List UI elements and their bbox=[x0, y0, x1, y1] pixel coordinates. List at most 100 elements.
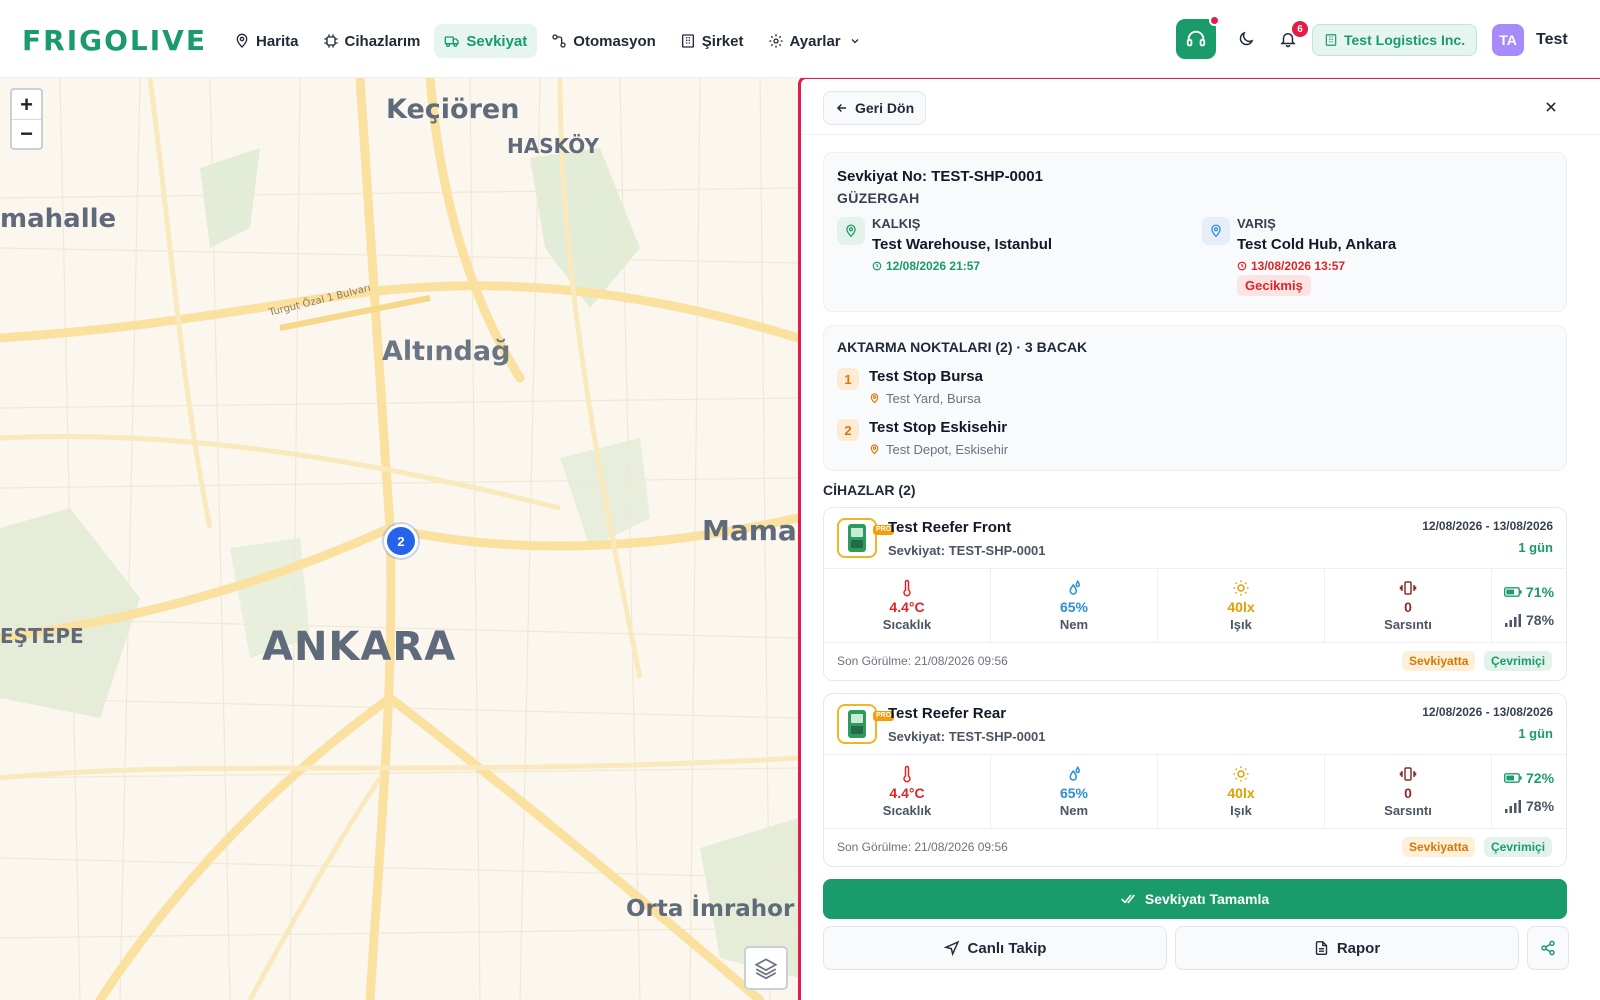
sensor-metrics: 4.4°C Sıcaklık 65% Nem 40lx Işık 0 Sarsı… bbox=[824, 754, 1566, 829]
battery-value: 71% bbox=[1526, 583, 1555, 600]
temperature-value: 4.4°C bbox=[889, 785, 925, 801]
nav-item-sirket[interactable]: Şirket bbox=[670, 24, 754, 58]
building-icon bbox=[681, 34, 694, 48]
nav-item-sevkiyat[interactable]: Sevkiyat bbox=[434, 24, 538, 58]
stops-title: AKTARMA NOKTALARI (2) · 3 BACAK bbox=[837, 339, 1088, 355]
stop-address-text: Test Yard, Bursa bbox=[886, 391, 981, 406]
nav-item-otomasyon[interactable]: Otomasyon bbox=[541, 24, 666, 58]
device-card[interactable]: PRO Test Reefer Front Sevkiyat: TEST-SHP… bbox=[823, 507, 1567, 681]
zoom-out-button[interactable]: − bbox=[12, 119, 41, 148]
back-label: Geri Dön bbox=[855, 100, 915, 116]
nav-item-cihazlarim[interactable]: Cihazlarım bbox=[313, 24, 431, 58]
device-card[interactable]: PRO Test Reefer Rear Sevkiyat: TEST-SHP-… bbox=[823, 693, 1567, 867]
map-label-mahalle: mahalle bbox=[0, 204, 117, 234]
arrival-place: Test Cold Hub, Ankara bbox=[1237, 236, 1397, 253]
departure-place: Test Warehouse, Istanbul bbox=[872, 236, 1053, 253]
map-label-estepe: EŞTEPE bbox=[0, 624, 84, 648]
company-selector[interactable]: Test Logistics Inc. bbox=[1312, 24, 1478, 56]
report-button[interactable]: Rapor bbox=[1175, 926, 1519, 970]
nav-label: Otomasyon bbox=[573, 32, 656, 50]
device-power-signal: 72% 78% bbox=[1492, 755, 1566, 828]
temperature-label: Sıcaklık bbox=[882, 803, 932, 818]
signal-bars-icon bbox=[1505, 799, 1521, 813]
frigolive-logo[interactable]: FRIGOLIVE bbox=[22, 22, 207, 58]
live-tracking-label: Canlı Takip bbox=[967, 939, 1047, 957]
complete-shipment-button[interactable]: Sevkiyatı Tamamla bbox=[823, 879, 1567, 919]
notifications-button[interactable]: 6 bbox=[1276, 21, 1308, 51]
main-nav: Harita Cihazlarım Sevkiyat Otomasyon Şir… bbox=[224, 24, 871, 58]
signal-row: 78% bbox=[1504, 612, 1566, 628]
nav-item-ayarlar[interactable]: Ayarlar bbox=[758, 24, 871, 58]
droplets-icon bbox=[1069, 579, 1081, 595]
metric-temperature: 4.4°C Sıcaklık bbox=[824, 569, 991, 642]
support-indicator-dot bbox=[1209, 15, 1220, 26]
headset-icon bbox=[1186, 30, 1206, 47]
gear-icon bbox=[768, 34, 783, 48]
thermometer-icon bbox=[903, 765, 911, 783]
arrival-time-value: 13/08/2026 13:57 bbox=[1251, 259, 1346, 273]
layers-icon bbox=[754, 958, 778, 980]
building-icon bbox=[1325, 34, 1337, 46]
signal-value: 78% bbox=[1526, 797, 1555, 814]
stop-name: Test Stop Bursa bbox=[869, 368, 983, 385]
logo-text: FRIGOLIVE bbox=[22, 23, 207, 57]
support-button[interactable] bbox=[1176, 15, 1220, 59]
device-cluster-marker[interactable]: 2 bbox=[384, 524, 418, 558]
map-pin-icon bbox=[1211, 224, 1221, 238]
shipment-number: Sevkiyat No: TEST-SHP-0001 bbox=[837, 168, 1043, 185]
map-label-kecioren: Keçiören bbox=[386, 94, 520, 125]
metric-light: 40lx Işık bbox=[1158, 569, 1325, 642]
navigation-arrow-icon bbox=[943, 940, 959, 956]
metric-humidity: 65% Nem bbox=[991, 569, 1158, 642]
file-text-icon bbox=[1315, 941, 1328, 955]
shock-value: 0 bbox=[1404, 785, 1412, 801]
map-label-orta-imrahor: Orta İmrahor bbox=[626, 896, 795, 922]
map-view[interactable]: Keçiören HASKÖY mahalle Turgut Özal 1 Bu… bbox=[0, 78, 798, 1000]
departure-label: KALKIŞ bbox=[872, 216, 921, 231]
theme-toggle-button[interactable] bbox=[1234, 27, 1258, 51]
map-label-altindag: Altındağ bbox=[382, 336, 511, 367]
share-button[interactable] bbox=[1527, 926, 1569, 970]
sensor-metrics: 4.4°C Sıcaklık 65% Nem 40lx Işık 0 Sarsı… bbox=[824, 568, 1566, 643]
nav-label: Sevkiyat bbox=[466, 32, 528, 50]
user-avatar[interactable]: TA bbox=[1492, 24, 1524, 56]
back-button[interactable]: Geri Dön bbox=[823, 91, 927, 125]
light-value: 40lx bbox=[1227, 785, 1255, 801]
humidity-value: 65% bbox=[1059, 785, 1089, 801]
light-value: 40lx bbox=[1227, 599, 1255, 615]
device-duration: 1 gün bbox=[1518, 540, 1553, 555]
user-name[interactable]: Test bbox=[1536, 31, 1568, 49]
close-button[interactable] bbox=[1541, 97, 1561, 117]
chevron-down-icon bbox=[851, 39, 859, 44]
humidity-value: 65% bbox=[1059, 599, 1089, 615]
metric-light: 40lx Işık bbox=[1158, 755, 1325, 828]
device-duration: 1 gün bbox=[1518, 726, 1553, 741]
layers-button[interactable] bbox=[744, 946, 788, 990]
stop-name: Test Stop Eskisehir bbox=[869, 419, 1008, 436]
company-name: Test Logistics Inc. bbox=[1344, 32, 1466, 48]
zoom-in-button[interactable]: + bbox=[12, 90, 41, 119]
online-badge: Çevrimiçi bbox=[1484, 837, 1553, 857]
device-thumbnail-icon: PRO bbox=[837, 704, 895, 744]
route-title: GÜZERGAH bbox=[837, 190, 920, 206]
sensor-device-icon bbox=[848, 524, 866, 552]
humidity-label: Nem bbox=[1059, 803, 1089, 818]
arrival-label: VARIŞ bbox=[1237, 216, 1276, 231]
temperature-value: 4.4°C bbox=[889, 599, 925, 615]
close-icon bbox=[1546, 102, 1556, 112]
stop-address: Test Yard, Bursa bbox=[869, 391, 981, 406]
metric-shock: 0 Sarsıntı bbox=[1325, 755, 1492, 828]
device-date-range: 12/08/2026 - 13/08/2026 bbox=[1422, 705, 1553, 719]
shipment-number-label: Sevkiyat No: bbox=[837, 168, 928, 185]
sun-icon bbox=[1233, 580, 1249, 596]
workflow-icon bbox=[552, 34, 566, 48]
map-pin-icon bbox=[846, 224, 856, 238]
battery-icon bbox=[1504, 586, 1522, 597]
map-pin-icon bbox=[870, 393, 879, 404]
nav-item-harita[interactable]: Harita bbox=[224, 24, 309, 58]
report-label: Rapor bbox=[1336, 939, 1381, 957]
live-tracking-button[interactable]: Canlı Takip bbox=[823, 926, 1167, 970]
arrow-left-icon bbox=[836, 103, 847, 113]
battery-row: 72% bbox=[1504, 770, 1566, 786]
shock-value: 0 bbox=[1404, 599, 1412, 615]
